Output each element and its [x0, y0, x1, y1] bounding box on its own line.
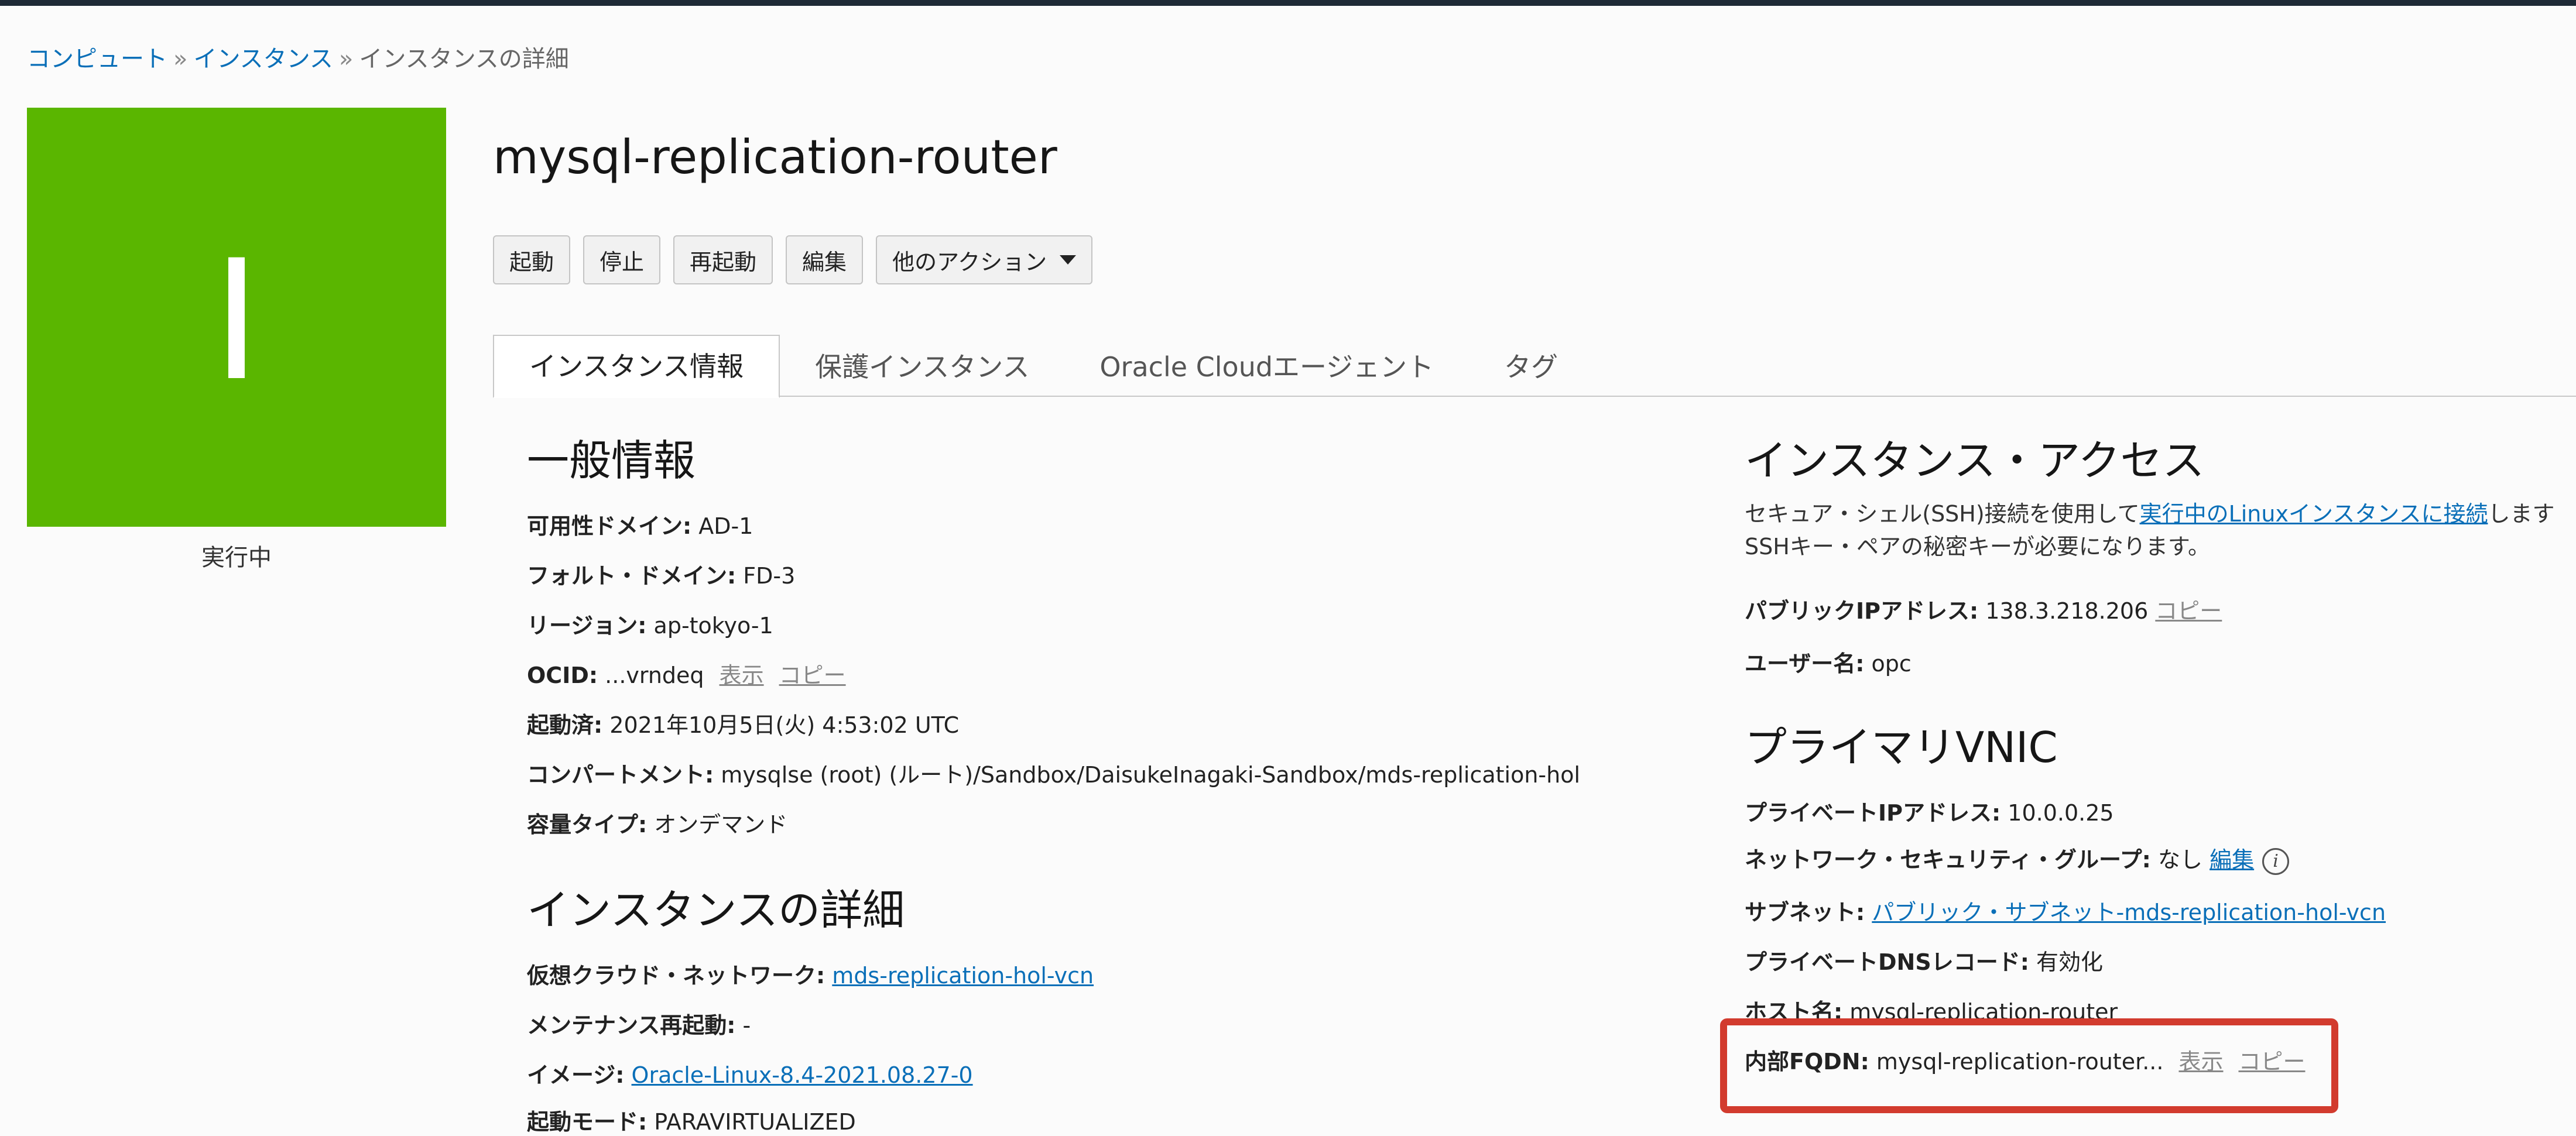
- breadcrumb-current: インスタンスの詳細: [359, 46, 569, 73]
- field-label: サブネット:: [1745, 900, 1865, 925]
- field-label: プライベートDNSレコード:: [1745, 949, 2029, 975]
- primary-vnic-heading: プライマリVNIC: [1745, 723, 2058, 772]
- fault-domain-row: フォルト・ドメイン: FD-3: [527, 558, 795, 590]
- breadcrumb-separator: »: [173, 46, 188, 73]
- fqdn-highlight-box: [1720, 1018, 2338, 1113]
- field-label: 起動モード:: [527, 1109, 648, 1135]
- restart-button[interactable]: 再起動: [673, 235, 773, 284]
- tab-tags[interactable]: タグ: [1469, 336, 1593, 398]
- stop-button[interactable]: 停止: [583, 235, 661, 284]
- launched-row: 起動済: 2021年10月5日(火) 4:53:02 UTC: [527, 707, 959, 739]
- field-value: mysqlse (root) (ルート)/Sandbox/DaisukeInag…: [721, 762, 1581, 788]
- field-label: ネットワーク・セキュリティ・グループ:: [1745, 847, 2151, 873]
- field-label: イメージ:: [527, 1062, 625, 1088]
- top-bar: [0, 0, 2576, 6]
- tab-bar: インスタンス情報 保護インスタンス Oracle Cloudエージェント タグ: [493, 335, 1593, 398]
- vcn-link[interactable]: mds-replication-hol-vcn: [832, 963, 1094, 989]
- image-link[interactable]: Oracle-Linux-8.4-2021.08.27-0: [632, 1062, 973, 1088]
- field-label: フォルト・ドメイン:: [527, 563, 737, 589]
- tab-protected-instance[interactable]: 保護インスタンス: [780, 336, 1064, 398]
- field-label: 容量タイプ:: [527, 812, 648, 838]
- field-value: 2021年10月5日(火) 4:53:02 UTC: [609, 712, 960, 738]
- ocid-copy-link[interactable]: コピー: [779, 663, 846, 688]
- connect-linux-link[interactable]: 実行中のLinuxインスタンスに接続: [2140, 501, 2488, 527]
- field-label: 仮想クラウド・ネットワーク:: [527, 963, 825, 989]
- private-dns-row: プライベートDNSレコード: 有効化: [1745, 944, 2103, 976]
- general-info-heading: 一般情報: [527, 436, 696, 485]
- access-desc-line2: SSHキー・ペアの秘密キーが必要になります。: [1745, 534, 2211, 560]
- field-label: OCID:: [527, 663, 598, 688]
- tab-instance-info[interactable]: インスタンス情報: [493, 335, 780, 398]
- field-value: AD-1: [698, 513, 753, 539]
- instance-letter-icon: I: [212, 219, 261, 416]
- username-row: ユーザー名: opc: [1745, 646, 1912, 678]
- tab-oracle-cloud-agent[interactable]: Oracle Cloudエージェント: [1064, 336, 1469, 398]
- field-label: 可用性ドメイン:: [527, 513, 692, 539]
- vcn-row: 仮想クラウド・ネットワーク: mds-replication-hol-vcn: [527, 957, 1094, 990]
- field-label: プライベートIPアドレス:: [1745, 800, 2001, 826]
- field-value: -: [742, 1013, 751, 1038]
- more-actions-label: 他のアクション: [892, 249, 1047, 275]
- private-ip-row: プライベートIPアドレス: 10.0.0.25: [1745, 795, 2114, 827]
- field-value: FD-3: [743, 563, 796, 589]
- ocid-row: OCID: ...vrndeq 表示 コピー: [527, 657, 846, 689]
- edit-button[interactable]: 編集: [786, 235, 864, 284]
- field-value: ap-tokyo-1: [653, 613, 773, 639]
- field-label: メンテナンス再起動:: [527, 1013, 736, 1038]
- public-ip-row: パブリックIPアドレス: 138.3.218.206 コピー: [1745, 593, 2222, 625]
- field-value: なし: [2157, 847, 2202, 873]
- info-icon[interactable]: i: [2262, 847, 2290, 875]
- nsg-edit-link[interactable]: 編集: [2210, 847, 2254, 873]
- breadcrumb-separator: »: [338, 46, 354, 73]
- field-label: 起動済:: [527, 712, 603, 738]
- access-description: セキュア・シェル(SSH)接続を使用して実行中のLinuxインスタンスに接続しま…: [1745, 497, 2554, 563]
- public-ip-copy-link[interactable]: コピー: [2155, 598, 2222, 624]
- capacity-type-row: 容量タイプ: オンデマンド: [527, 806, 787, 839]
- field-label: リージョン:: [527, 613, 647, 639]
- breadcrumb: コンピュート» インスタンス» インスタンスの詳細: [27, 40, 569, 74]
- launch-mode-row: 起動モード: PARAVIRTUALIZED: [527, 1104, 856, 1136]
- breadcrumb-compute-link[interactable]: コンピュート: [27, 46, 167, 73]
- field-value: opc: [1871, 651, 1912, 677]
- instance-details-heading: インスタンスの詳細: [527, 886, 905, 935]
- breadcrumb-instances-link[interactable]: インスタンス: [193, 46, 333, 73]
- subnet-link[interactable]: パブリック・サブネット-mds-replication-hol-vcn: [1872, 900, 2386, 925]
- subnet-row: サブネット: パブリック・サブネット-mds-replication-hol-v…: [1745, 894, 2386, 926]
- instance-state-label: 実行中: [201, 544, 272, 571]
- maintenance-reboot-row: メンテナンス再起動: -: [527, 1007, 751, 1039]
- field-value: 138.3.218.206: [1985, 598, 2149, 624]
- nsg-row: ネットワーク・セキュリティ・グループ: なし 編集 i: [1745, 842, 2290, 875]
- field-value: PARAVIRTUALIZED: [654, 1109, 856, 1135]
- instance-access-heading: インスタンス・アクセス: [1745, 436, 2205, 485]
- field-value: 10.0.0.25: [2008, 800, 2114, 826]
- availability-domain-row: 可用性ドメイン: AD-1: [527, 508, 753, 540]
- more-actions-button[interactable]: 他のアクション: [876, 235, 1093, 284]
- access-desc-text: セキュア・シェル(SSH)接続を使用して: [1745, 501, 2140, 527]
- field-label: パブリックIPアドレス:: [1745, 598, 1979, 624]
- field-label: コンパートメント:: [527, 762, 714, 788]
- compartment-row: コンパートメント: mysqlse (root) (ルート)/Sandbox/D…: [527, 757, 1580, 789]
- region-row: リージョン: ap-tokyo-1: [527, 608, 773, 640]
- access-desc-text: します: [2488, 501, 2555, 527]
- action-toolbar: 起動 停止 再起動 編集 他のアクション: [493, 235, 1093, 284]
- caret-down-icon: [1060, 255, 1077, 265]
- page-title: mysql-replication-router: [493, 130, 1057, 184]
- field-label: ユーザー名:: [1745, 651, 1865, 677]
- start-button[interactable]: 起動: [493, 235, 571, 284]
- field-value: 有効化: [2036, 949, 2104, 975]
- ocid-show-link[interactable]: 表示: [720, 663, 764, 688]
- field-value: オンデマンド: [654, 812, 788, 838]
- field-value: ...vrndeq: [605, 663, 704, 688]
- image-row: イメージ: Oracle-Linux-8.4-2021.08.27-0: [527, 1057, 973, 1089]
